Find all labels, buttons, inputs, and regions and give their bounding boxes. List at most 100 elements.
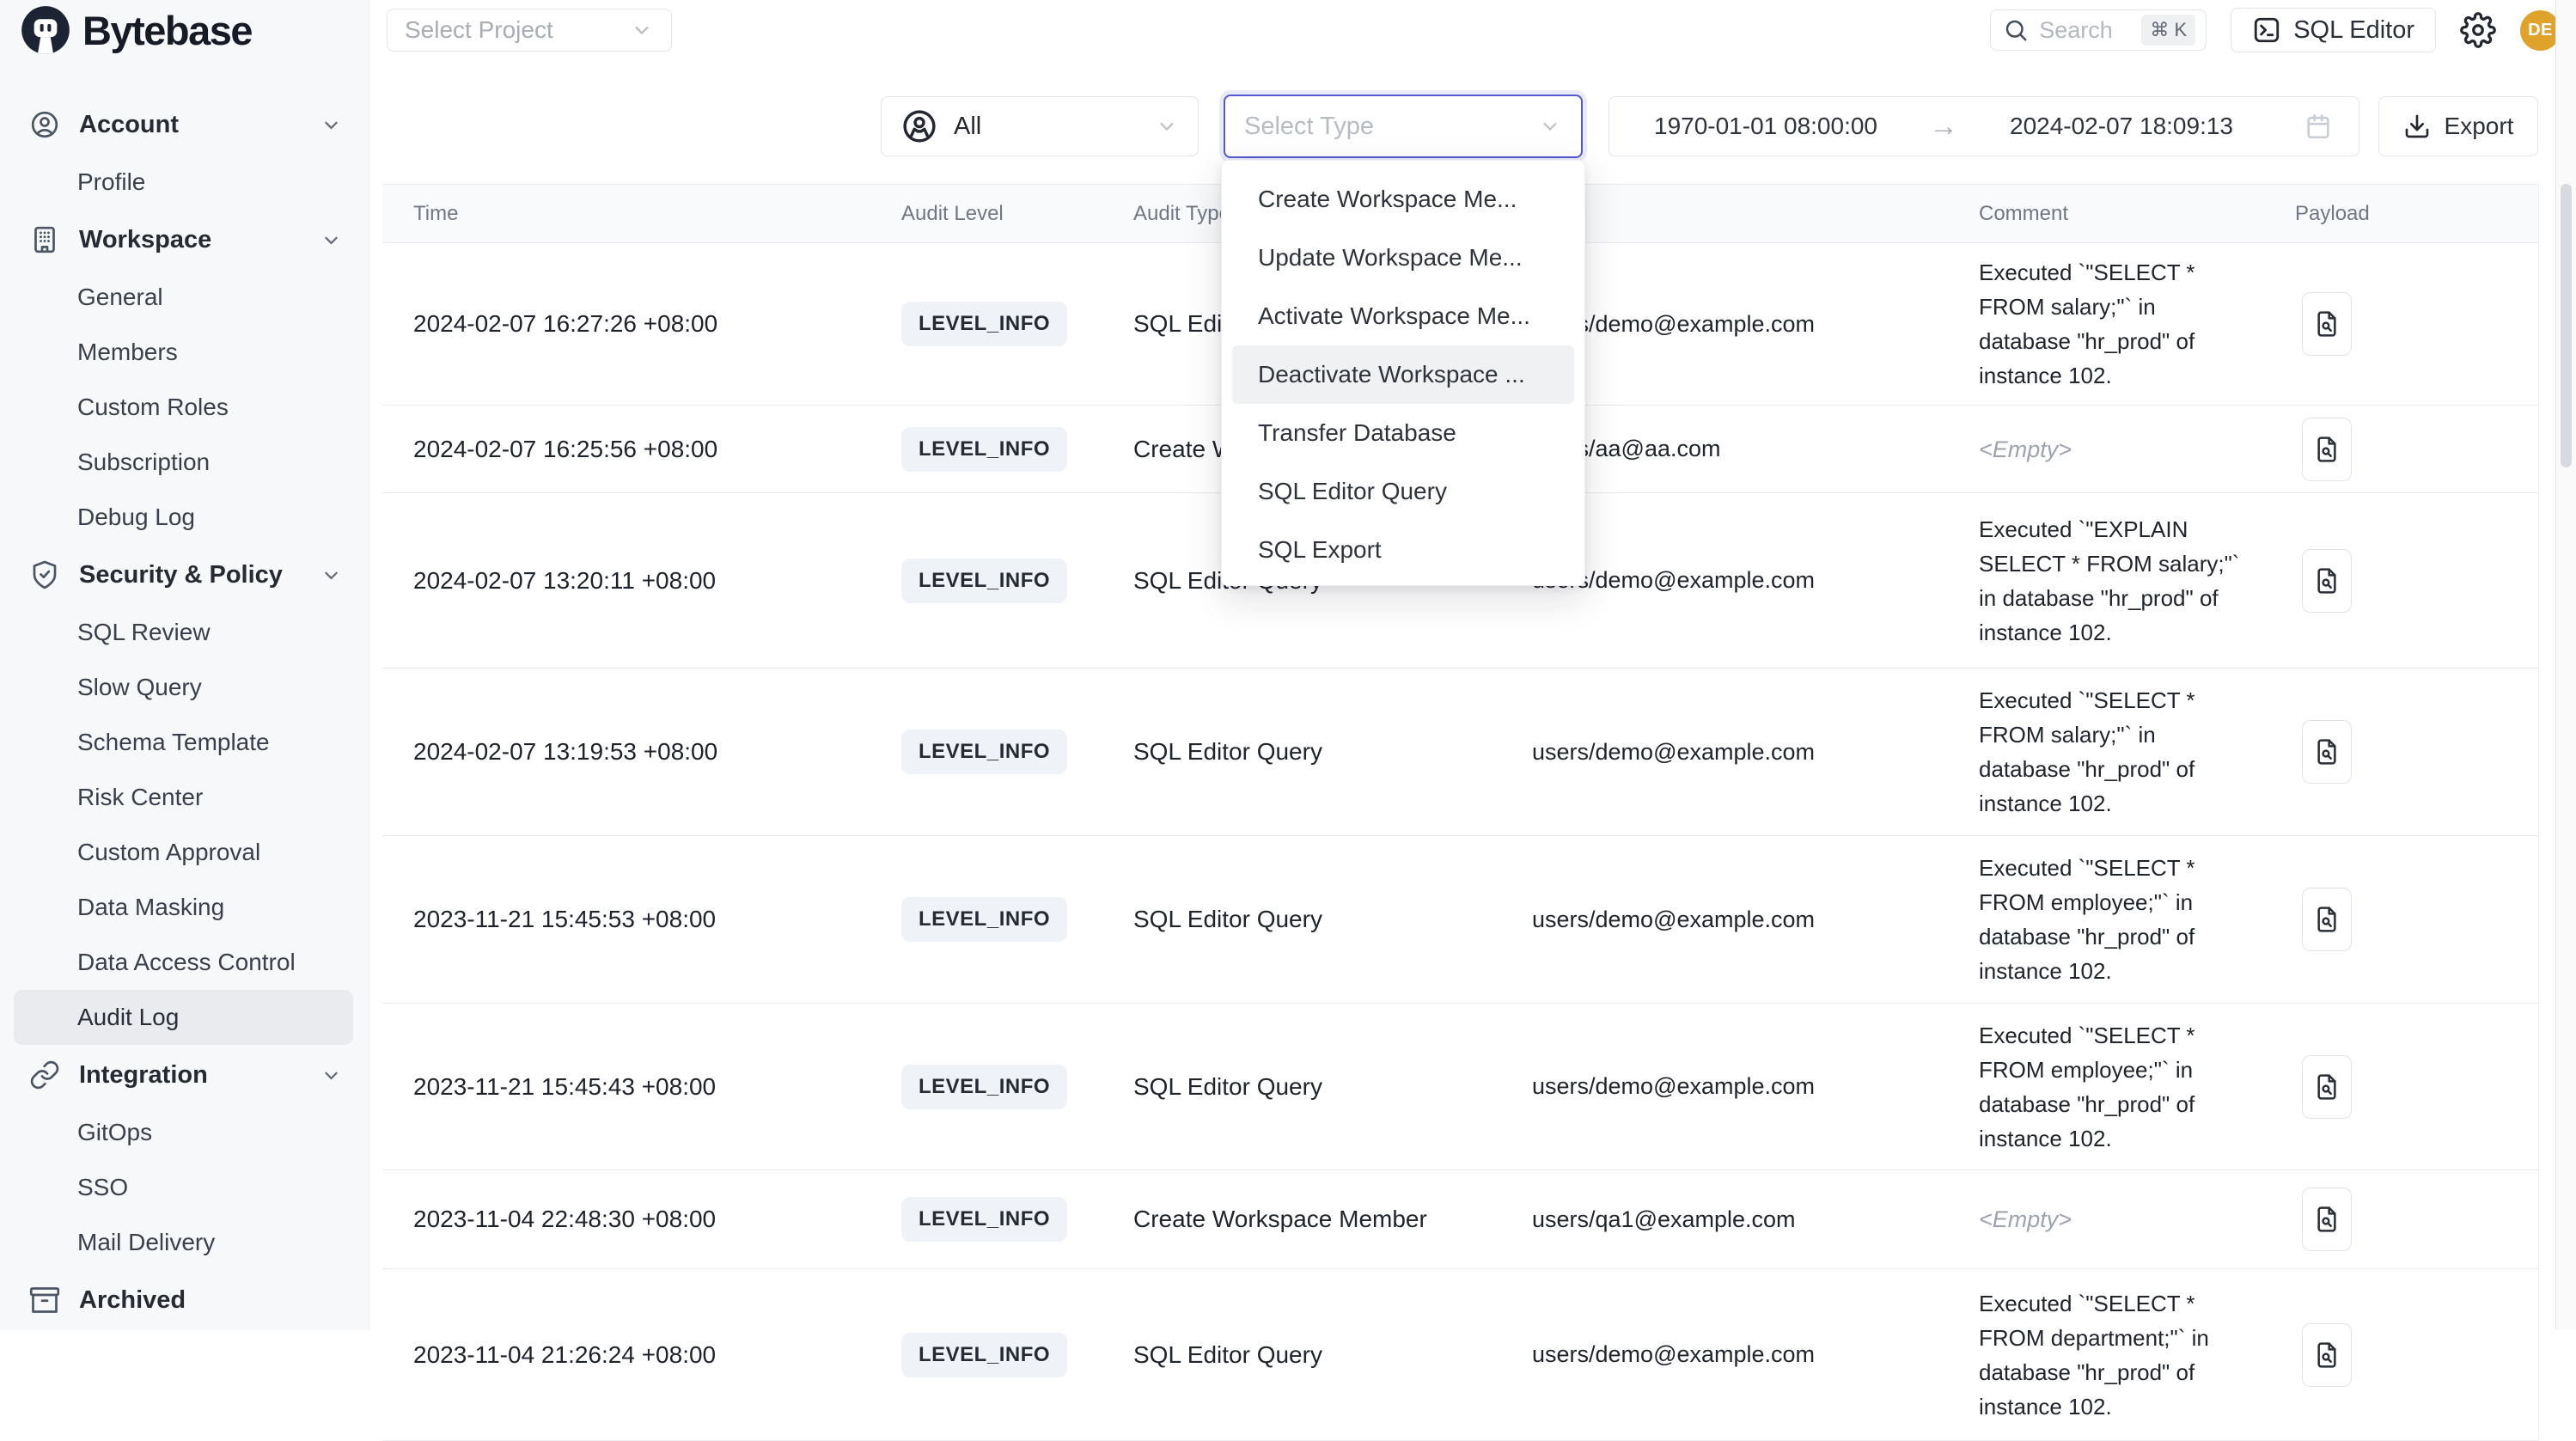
sidebar-group-account[interactable]: Account (0, 96, 369, 153)
dropdown-option-transfer-database[interactable]: Transfer Database (1232, 404, 1574, 462)
sidebar-item-label: Custom Approval (77, 839, 260, 866)
payload-view-button[interactable] (2302, 720, 2352, 784)
payload-view-button[interactable] (2302, 549, 2352, 613)
sidebar-item-label: Debug Log (77, 504, 195, 531)
dropdown-option-activate-workspace-member[interactable]: Activate Workspace Me... (1232, 287, 1574, 345)
level-badge: LEVEL_INFO (901, 730, 1067, 774)
sql-editor-label: SQL Editor (2293, 16, 2414, 45)
vertical-scrollbar[interactable] (2555, 0, 2576, 1330)
arrow-right-icon: → (1929, 110, 1958, 143)
sidebar-item-custom-approval[interactable]: Custom Approval (14, 825, 353, 880)
sidebar-item-data-access-control[interactable]: Data Access Control (14, 935, 353, 990)
sidebar-item-mail-delivery[interactable]: Mail Delivery (14, 1215, 353, 1270)
user-circle-icon (900, 107, 938, 145)
sidebar-item-risk-center[interactable]: Risk Center (14, 770, 353, 825)
sidebar-item-schema-template[interactable]: Schema Template (14, 715, 353, 770)
payload-view-button[interactable] (2302, 1188, 2352, 1251)
row-level: LEVEL_INFO (870, 243, 1102, 405)
table-row: 2024-02-07 13:19:53 +08:00 LEVEL_INFO SQ… (382, 669, 2538, 836)
level-badge: LEVEL_INFO (901, 897, 1067, 942)
sidebar-item-profile[interactable]: Profile (14, 155, 353, 210)
dropdown-option-create-workspace-member[interactable]: Create Workspace Me... (1232, 170, 1574, 229)
sidebar-item-general[interactable]: General (14, 270, 353, 325)
sidebar-item-label: SSO (77, 1174, 128, 1201)
row-type: Create Workspace Member (1102, 1170, 1501, 1268)
sidebar-item-members[interactable]: Members (14, 325, 353, 380)
col-header-payload: Payload (2264, 185, 2539, 242)
row-level: LEVEL_INFO (870, 1004, 1102, 1169)
sidebar-item-debug-log[interactable]: Debug Log (14, 490, 353, 545)
dropdown-option-sql-editor-query[interactable]: SQL Editor Query (1232, 462, 1574, 521)
payload-view-button[interactable] (2302, 1055, 2352, 1119)
sidebar-item-label: Mail Delivery (77, 1229, 215, 1256)
bytebase-logo-icon (21, 5, 70, 55)
table-row: 2023-11-04 21:26:24 +08:00 LEVEL_INFO SQ… (382, 1269, 2538, 1441)
sidebar-group-integration[interactable]: Integration (0, 1047, 369, 1103)
table-row: 2023-11-21 15:45:43 +08:00 LEVEL_INFO SQ… (382, 1004, 2538, 1170)
sidebar-item-label: SQL Review (77, 619, 211, 646)
sidebar-item-label: General (77, 284, 163, 311)
dropdown-option-sql-export[interactable]: SQL Export (1232, 521, 1574, 579)
chevron-down-icon (320, 229, 343, 252)
sidebar-item-custom-roles[interactable]: Custom Roles (14, 380, 353, 435)
row-level: LEVEL_INFO (870, 669, 1102, 835)
row-type: SQL Editor Query (1102, 1004, 1501, 1169)
payload-view-button[interactable] (2302, 1323, 2352, 1387)
actor-filter-select[interactable]: All (881, 96, 1199, 156)
chevron-down-icon (320, 1064, 343, 1087)
scrollbar-thumb[interactable] (2561, 184, 2572, 467)
type-filter-select[interactable]: Select Type (1224, 95, 1583, 158)
dropdown-option-update-workspace-member[interactable]: Update Workspace Me... (1232, 229, 1574, 287)
payload-view-button[interactable] (2302, 888, 2352, 951)
sidebar-group-security-policy[interactable]: Security & Policy (0, 546, 369, 603)
export-button[interactable]: Export (2378, 96, 2538, 156)
row-time: 2023-11-21 15:45:53 +08:00 (382, 836, 870, 1003)
row-actor: users/demo@example.com (1501, 836, 1948, 1003)
sidebar-item-label: Risk Center (77, 784, 203, 811)
row-type: SQL Editor Query (1102, 1269, 1501, 1440)
date-range-picker[interactable]: 1970-01-01 08:00:00 → 2024-02-07 18:09:1… (1608, 96, 2359, 156)
project-select[interactable]: Select Project (387, 9, 672, 52)
row-comment: Executed `"SELECT * FROM employee;"` in … (1948, 1004, 2264, 1169)
row-comment: Executed `"SELECT * FROM salary;"` in da… (1948, 243, 2264, 405)
sql-editor-button[interactable]: SQL Editor (2231, 8, 2436, 52)
sidebar-item-label: GitOps (77, 1119, 152, 1146)
sidebar-item-sql-review[interactable]: SQL Review (14, 605, 353, 660)
sidebar-group-label: Integration (79, 1061, 208, 1090)
actor-filter-value: All (954, 113, 981, 141)
row-time: 2024-02-07 16:25:56 +08:00 (382, 406, 870, 492)
row-time: 2024-02-07 13:19:53 +08:00 (382, 669, 870, 835)
sidebar-group-archived[interactable]: Archived (0, 1272, 369, 1328)
payload-view-button[interactable] (2302, 292, 2352, 356)
table-row: 2023-11-04 22:48:30 +08:00 LEVEL_INFO Cr… (382, 1170, 2538, 1269)
row-payload (2264, 243, 2539, 405)
logo[interactable]: Bytebase (0, 0, 369, 60)
sidebar-item-audit-log[interactable]: Audit Log (14, 990, 353, 1045)
sidebar-item-data-masking[interactable]: Data Masking (14, 880, 353, 935)
search-input[interactable]: Search ⌘ K (1990, 9, 2207, 51)
sidebar-item-label: Subscription (77, 449, 210, 476)
sidebar-item-label: Data Access Control (77, 949, 296, 976)
payload-view-button[interactable] (2302, 418, 2352, 481)
level-badge: LEVEL_INFO (901, 302, 1067, 346)
row-comment: Executed `"SELECT * FROM salary;"` in da… (1948, 669, 2264, 835)
link-icon (29, 1059, 60, 1090)
sidebar-group-label: Archived (79, 1286, 186, 1315)
sidebar: Bytebase Account Profile Workspace Gener… (0, 0, 369, 1330)
sidebar-group-workspace[interactable]: Workspace (0, 211, 369, 268)
level-badge: LEVEL_INFO (901, 1065, 1067, 1109)
sidebar-item-slow-query[interactable]: Slow Query (14, 660, 353, 715)
sidebar-item-subscription[interactable]: Subscription (14, 435, 353, 490)
sidebar-item-sso[interactable]: SSO (14, 1160, 353, 1215)
gear-icon[interactable] (2460, 12, 2496, 48)
download-icon (2403, 113, 2431, 140)
level-badge: LEVEL_INFO (901, 1197, 1067, 1242)
dropdown-option-deactivate-workspace-member[interactable]: Deactivate Workspace ... (1232, 345, 1574, 404)
search-placeholder: Search (2039, 17, 2131, 44)
row-time: 2023-11-04 22:48:30 +08:00 (382, 1170, 870, 1268)
avatar[interactable]: DE (2520, 10, 2561, 51)
sidebar-item-gitops[interactable]: GitOps (14, 1105, 353, 1160)
row-type: SQL Editor Query (1102, 669, 1501, 835)
user-circle-icon (29, 109, 60, 140)
shield-icon (29, 559, 60, 590)
